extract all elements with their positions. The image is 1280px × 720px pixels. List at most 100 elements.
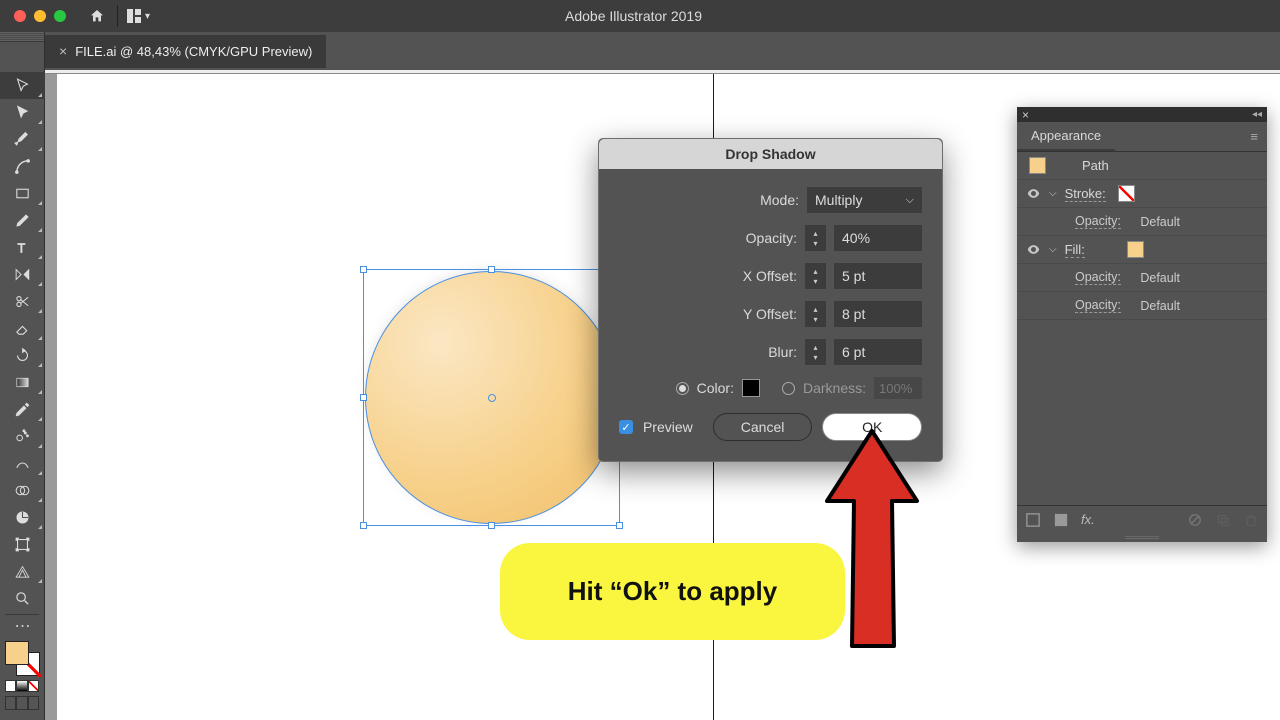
resize-handle[interactable] xyxy=(488,266,495,273)
shaper-tool[interactable] xyxy=(0,450,45,477)
eraser-tool[interactable] xyxy=(0,315,45,342)
delete-item-icon[interactable] xyxy=(1243,512,1259,528)
perspective-grid-tool[interactable] xyxy=(0,558,45,585)
close-panel-icon[interactable]: × xyxy=(1022,108,1029,122)
panel-resize-grip[interactable] xyxy=(1017,533,1267,542)
appearance-tab[interactable]: Appearance xyxy=(1017,122,1115,151)
color-radio[interactable] xyxy=(676,382,689,395)
curvature-tool[interactable] xyxy=(0,153,45,180)
color-chip[interactable] xyxy=(742,379,760,397)
stroke-label[interactable]: Stroke: xyxy=(1065,186,1106,202)
fill-stroke-swatch[interactable] xyxy=(5,641,40,676)
artboard-tool[interactable] xyxy=(0,531,45,558)
chevron-down-icon: ⌵ xyxy=(906,194,914,207)
opacity-label[interactable]: Opacity: xyxy=(1075,214,1121,229)
visibility-icon[interactable] xyxy=(1025,186,1041,202)
color-label: Color: xyxy=(697,380,734,396)
mode-label: Mode: xyxy=(760,192,799,208)
blur-stepper[interactable]: ▴▾ xyxy=(805,339,826,365)
canvas-pasteboard-left[interactable] xyxy=(57,74,129,720)
document-tab[interactable]: × FILE.ai @ 48,43% (CMYK/GPU Preview) xyxy=(45,35,326,68)
graph-tool[interactable] xyxy=(0,504,45,531)
reflect-tool[interactable] xyxy=(0,261,45,288)
darkness-radio[interactable] xyxy=(782,382,795,395)
document-tab-label: FILE.ai @ 48,43% (CMYK/GPU Preview) xyxy=(75,44,312,59)
appearance-panel: × ◂◂ Appearance ≡ Path ⌵ Stroke: Opacity… xyxy=(1017,107,1267,542)
stroke-row[interactable]: ⌵ Stroke: xyxy=(1017,180,1267,208)
rotate-tool[interactable] xyxy=(0,342,45,369)
shape-builder-tool[interactable] xyxy=(0,477,45,504)
yoffset-field[interactable]: 8 pt xyxy=(834,301,922,327)
yoffset-label: Y Offset: xyxy=(743,306,797,322)
chevron-down-icon: ▾ xyxy=(145,11,150,22)
selection-tool[interactable] xyxy=(0,72,45,99)
preview-label: Preview xyxy=(643,419,693,435)
resize-handle[interactable] xyxy=(360,522,367,529)
eyedropper-tool[interactable] xyxy=(0,396,45,423)
arrange-documents-button[interactable]: ▾ xyxy=(127,5,157,27)
stroke-swatch-icon[interactable] xyxy=(1118,185,1135,202)
scissors-tool[interactable] xyxy=(0,288,45,315)
stroke-opacity-row[interactable]: Opacity: Default xyxy=(1017,208,1267,236)
fill-swatch-icon[interactable] xyxy=(1127,241,1144,258)
opacity-label[interactable]: Opacity: xyxy=(1075,270,1121,285)
selection-bounding-box[interactable] xyxy=(363,269,620,526)
add-effect-button[interactable]: fx. xyxy=(1081,512,1095,527)
xoffset-field[interactable]: 5 pt xyxy=(834,263,922,289)
symbol-sprayer-tool[interactable] xyxy=(0,423,45,450)
panel-menu-icon[interactable]: ≡ xyxy=(1250,129,1259,144)
resize-handle[interactable] xyxy=(488,522,495,529)
visibility-icon[interactable] xyxy=(1025,242,1041,258)
object-opacity-row[interactable]: Opacity: Default xyxy=(1017,292,1267,320)
minimize-window-icon[interactable] xyxy=(34,10,46,22)
zoom-tool[interactable] xyxy=(0,585,45,612)
mode-select[interactable]: Multiply ⌵ xyxy=(807,187,922,213)
panel-header[interactable]: × ◂◂ xyxy=(1017,107,1267,122)
blur-field[interactable]: 6 pt xyxy=(834,339,922,365)
clear-appearance-icon[interactable] xyxy=(1187,512,1203,528)
rectangle-tool[interactable] xyxy=(0,180,45,207)
cancel-button[interactable]: Cancel xyxy=(713,413,813,441)
type-tool[interactable]: T xyxy=(0,234,45,261)
opacity-label[interactable]: Opacity: xyxy=(1075,298,1121,313)
add-fill-icon[interactable] xyxy=(1053,512,1069,528)
gradient-tool[interactable] xyxy=(0,369,45,396)
xoffset-label: X Offset: xyxy=(743,268,797,284)
direct-selection-tool[interactable] xyxy=(0,99,45,126)
collapse-icon[interactable]: ⌵ xyxy=(1049,244,1057,255)
edit-toolbar-button[interactable]: ⋯ xyxy=(0,617,45,635)
duplicate-item-icon[interactable] xyxy=(1215,512,1231,528)
panel-grip[interactable] xyxy=(0,32,44,42)
svg-text:T: T xyxy=(18,240,26,255)
fill-row[interactable]: ⌵ Fill: xyxy=(1017,236,1267,264)
pen-tool[interactable] xyxy=(0,126,45,153)
opacity-stepper[interactable]: ▴▾ xyxy=(805,225,826,251)
dialog-title[interactable]: Drop Shadow xyxy=(599,139,942,169)
close-window-icon[interactable] xyxy=(14,10,26,22)
window-controls xyxy=(0,10,80,22)
object-thumb-icon xyxy=(1029,157,1046,174)
appearance-object-row[interactable]: Path xyxy=(1017,152,1267,180)
resize-handle[interactable] xyxy=(360,266,367,273)
home-icon[interactable] xyxy=(86,5,108,27)
preview-checkbox[interactable]: ✓ xyxy=(619,420,633,434)
xoffset-stepper[interactable]: ▴▾ xyxy=(805,263,826,289)
tutorial-callout: Hit “Ok” to apply xyxy=(500,543,845,640)
drop-shadow-dialog: Drop Shadow Mode: Multiply ⌵ Opacity: ▴▾… xyxy=(598,138,943,462)
add-stroke-icon[interactable] xyxy=(1025,512,1041,528)
opacity-field[interactable]: 40% xyxy=(834,225,922,251)
draw-mode-row[interactable] xyxy=(5,696,39,710)
color-mode-row[interactable] xyxy=(5,680,39,692)
fill-opacity-row[interactable]: Opacity: Default xyxy=(1017,264,1267,292)
collapse-icon[interactable]: ⌵ xyxy=(1049,188,1057,199)
divider xyxy=(117,5,118,27)
maximize-window-icon[interactable] xyxy=(54,10,66,22)
fill-label[interactable]: Fill: xyxy=(1065,242,1085,258)
close-tab-icon[interactable]: × xyxy=(59,43,67,59)
resize-handle[interactable] xyxy=(616,522,623,529)
yoffset-stepper[interactable]: ▴▾ xyxy=(805,301,826,327)
collapse-panel-icon[interactable]: ◂◂ xyxy=(1252,109,1262,120)
paintbrush-tool[interactable] xyxy=(0,207,45,234)
fill-swatch-icon[interactable] xyxy=(5,641,29,665)
resize-handle[interactable] xyxy=(360,394,367,401)
